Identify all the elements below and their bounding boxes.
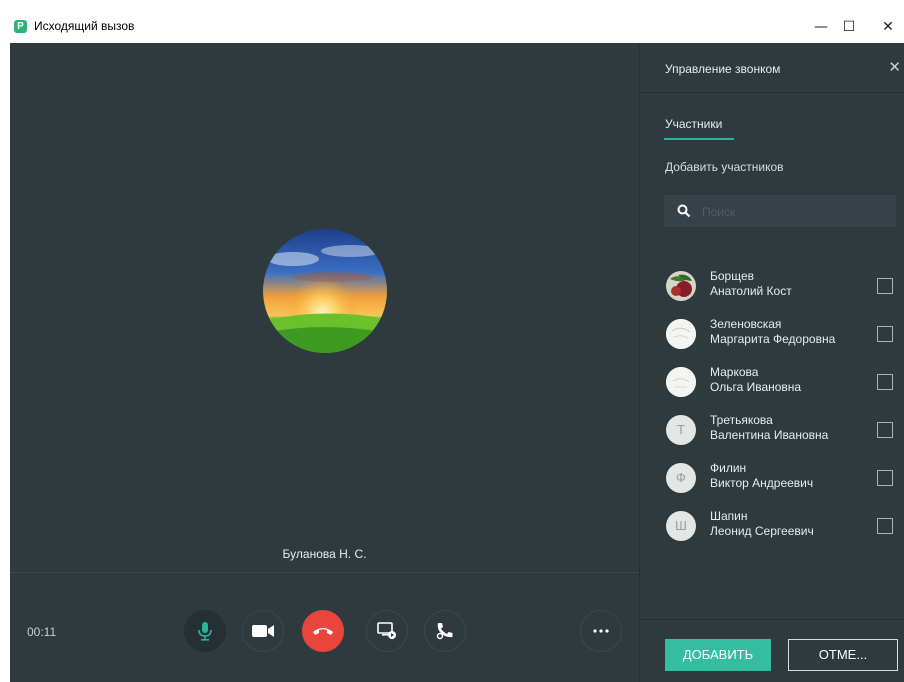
- window-title: Исходящий вызов: [34, 19, 135, 33]
- video-area: Буланова Н. С. 00:11: [10, 43, 639, 682]
- call-transfer-icon: [436, 623, 453, 640]
- transfer-button[interactable]: [424, 610, 466, 652]
- sunset-image-icon: [263, 229, 387, 353]
- maximize-button[interactable]: ☐: [829, 11, 869, 43]
- participant-last-name: Зеленовская: [710, 317, 782, 331]
- participant-first-name: Анатолий Кост: [710, 284, 792, 298]
- participant-first-name: Виктор Андреевич: [710, 476, 814, 490]
- participant-first-name: Леонид Сергеевич: [710, 524, 814, 538]
- participant-last-name: Борщев: [710, 269, 755, 283]
- participant-avatar: [666, 271, 696, 301]
- avatar-letter: Ф: [676, 470, 686, 485]
- phone-hangup-icon: [313, 628, 333, 635]
- participant-first-name: Маргарита Федоровна: [710, 332, 836, 346]
- panel-header: Управление звонком ✕: [640, 43, 904, 93]
- participant-checkbox[interactable]: [877, 326, 893, 342]
- participant-checkbox[interactable]: [877, 374, 893, 390]
- participant-last-name: Филин: [710, 461, 747, 475]
- participant-first-name: Валентина Ивановна: [710, 428, 829, 442]
- panel-title: Управление звонком: [665, 62, 781, 76]
- screen-share-button[interactable]: [366, 610, 408, 652]
- cancel-button[interactable]: ОТМЕ...: [788, 639, 898, 671]
- avatar-letter: Ш: [675, 518, 687, 533]
- more-button[interactable]: [580, 610, 622, 652]
- participant-avatar: Ф: [666, 463, 696, 493]
- hangup-button[interactable]: [302, 610, 344, 652]
- participant-avatar: Т: [666, 415, 696, 445]
- participant-checkbox[interactable]: [877, 422, 893, 438]
- participant-row[interactable]: Зеленовская Маргарита Федоровна: [664, 317, 904, 357]
- add-button[interactable]: ДОБАВИТЬ: [665, 639, 771, 671]
- participant-last-name: Третьякова: [710, 413, 773, 427]
- participant-last-name: Шапин: [710, 509, 748, 523]
- add-participants-label: Добавить участников: [665, 160, 784, 174]
- sketch-photo-icon: [666, 319, 696, 349]
- search-input[interactable]: [700, 201, 884, 223]
- participant-checkbox[interactable]: [877, 470, 893, 486]
- tab-participants[interactable]: Участники: [665, 117, 722, 131]
- participant-avatar: [666, 319, 696, 349]
- participant-first-name: Ольга Ивановна: [710, 380, 802, 394]
- participant-avatar: Ш: [666, 511, 696, 541]
- search-icon: [677, 204, 691, 218]
- participant-row[interactable]: Т Третьякова Валентина Ивановна: [664, 413, 904, 453]
- app-logo-icon: Р: [14, 20, 27, 33]
- participant-avatar: [666, 367, 696, 397]
- title-bar: Р Исходящий вызов — ☐ ✕: [0, 0, 904, 43]
- call-window: Р Исходящий вызов — ☐ ✕ Буланова Н. С. 0…: [0, 0, 904, 682]
- mic-button[interactable]: [184, 610, 226, 652]
- participant-row[interactable]: Ш Шапин Леонид Сергеевич: [664, 509, 904, 549]
- beet-photo-icon: [666, 271, 696, 301]
- camera-button[interactable]: [242, 610, 284, 652]
- close-window-button[interactable]: ✕: [868, 11, 904, 43]
- call-management-panel: Управление звонком ✕ Участники Добавить …: [639, 43, 904, 682]
- participant-row[interactable]: Борщев Анатолий Кост: [664, 269, 904, 309]
- screen-share-icon: [377, 622, 396, 639]
- caller-name: Буланова Н. С.: [282, 547, 367, 561]
- mic-icon: [198, 622, 212, 641]
- sketch-photo-icon: [666, 367, 696, 397]
- tab-underline: [664, 138, 734, 140]
- participant-row[interactable]: Маркова Ольга Ивановна: [664, 365, 904, 405]
- video-camera-icon: [252, 625, 274, 637]
- participant-last-name: Маркова: [710, 365, 759, 379]
- caller-avatar: [263, 229, 387, 353]
- participant-checkbox[interactable]: [877, 278, 893, 294]
- participant-checkbox[interactable]: [877, 518, 893, 534]
- avatar-letter: Т: [677, 422, 685, 437]
- search-box: [664, 195, 896, 227]
- panel-close-icon[interactable]: ✕: [888, 58, 901, 76]
- participant-row[interactable]: Ф Филин Виктор Андреевич: [664, 461, 904, 501]
- window-border: [0, 43, 10, 682]
- call-timer: 00:11: [27, 625, 57, 639]
- panel-footer-divider: [640, 619, 904, 620]
- controls-divider: [10, 572, 639, 573]
- more-dots-icon: [593, 629, 609, 633]
